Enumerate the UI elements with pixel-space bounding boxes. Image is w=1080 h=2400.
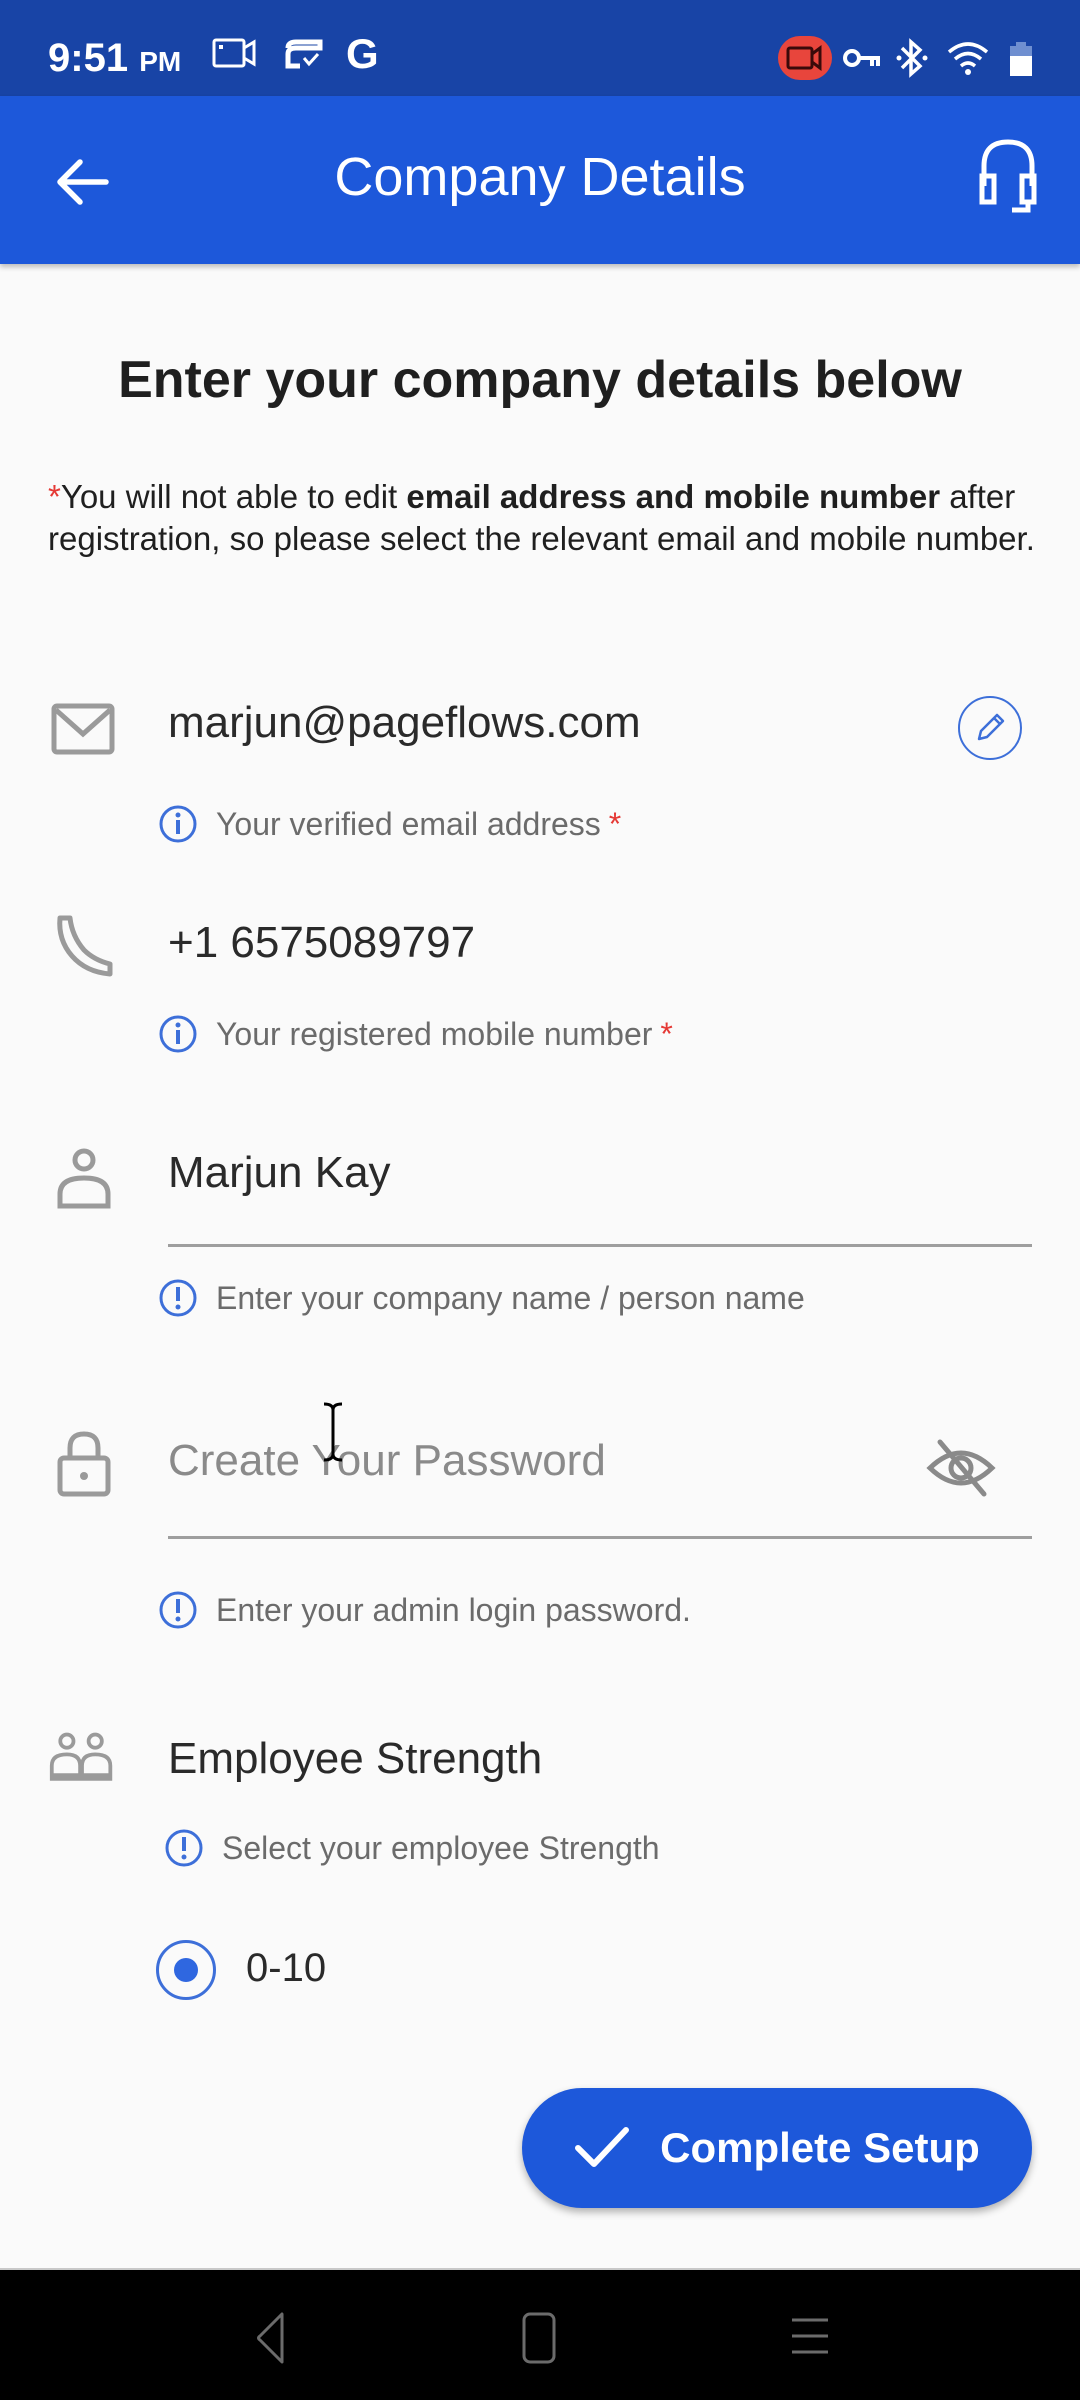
- phone-value: +1 6575089797: [168, 918, 476, 967]
- password-hint: Enter your admin login password.: [158, 1590, 691, 1630]
- pencil-icon: [977, 713, 1005, 741]
- edit-email-button[interactable]: [958, 696, 1022, 760]
- home-nav-icon[interactable]: [510, 2310, 570, 2366]
- battery-icon: [1010, 42, 1032, 76]
- employee-strength-label: Employee Strength: [168, 1734, 543, 1783]
- status-time: 9:51 PM: [48, 36, 182, 80]
- bluetooth-icon: [896, 38, 928, 78]
- status-bar: 9:51 PM G: [0, 0, 1080, 96]
- alert-icon: [159, 1591, 197, 1629]
- employee-strength-radio-0-10[interactable]: [156, 1940, 216, 2000]
- recording-active-icon: [778, 36, 832, 80]
- complete-setup-button[interactable]: Complete Setup: [522, 2088, 1032, 2208]
- lock-icon: [57, 1431, 111, 1497]
- name-input[interactable]: Marjun Kay: [168, 1148, 391, 1198]
- alert-icon: [165, 1829, 203, 1867]
- radio-selected-dot: [174, 1958, 198, 1982]
- mail-icon: [51, 703, 115, 755]
- system-nav-bar: [0, 2268, 1080, 2400]
- recents-nav-icon[interactable]: [782, 2310, 842, 2366]
- password-input-underline: [168, 1536, 1032, 1539]
- google-icon: G: [346, 30, 379, 77]
- page-title: Company Details: [334, 147, 746, 207]
- eye-off-icon[interactable]: [926, 1436, 996, 1500]
- name-input-underline: [168, 1244, 1032, 1247]
- check-icon: [575, 2127, 630, 2167]
- employee-strength-hint: Select your employee Strength: [164, 1828, 660, 1868]
- app-bar: Company Details: [0, 96, 1080, 264]
- back-nav-icon[interactable]: [240, 2310, 300, 2366]
- info-icon: [159, 805, 197, 843]
- screen-record-icon: [212, 38, 256, 68]
- phone-icon: [57, 915, 113, 977]
- email-hint: Your verified email address *: [158, 804, 621, 844]
- vpn-key-icon: [843, 49, 880, 67]
- text-cursor-icon: [323, 1402, 343, 1462]
- group-icon: [49, 1732, 113, 1781]
- name-hint: Enter your company name / person name: [158, 1278, 805, 1318]
- edit-notice: *You will not able to edit email address…: [48, 478, 1035, 557]
- password-input[interactable]: Create Your Password: [168, 1436, 606, 1486]
- info-icon: [159, 1015, 197, 1053]
- person-icon: [57, 1148, 111, 1209]
- wifi-icon: [947, 42, 989, 75]
- headset-icon[interactable]: [976, 136, 1040, 216]
- phone-hint: Your registered mobile number *: [158, 1014, 673, 1054]
- alert-icon: [159, 1279, 197, 1317]
- form-heading: Enter your company details below: [118, 351, 962, 409]
- sync-check-icon: [285, 39, 323, 69]
- radio-label[interactable]: 0-10: [246, 1946, 326, 1991]
- email-value: marjun@pageflows.com: [168, 698, 641, 747]
